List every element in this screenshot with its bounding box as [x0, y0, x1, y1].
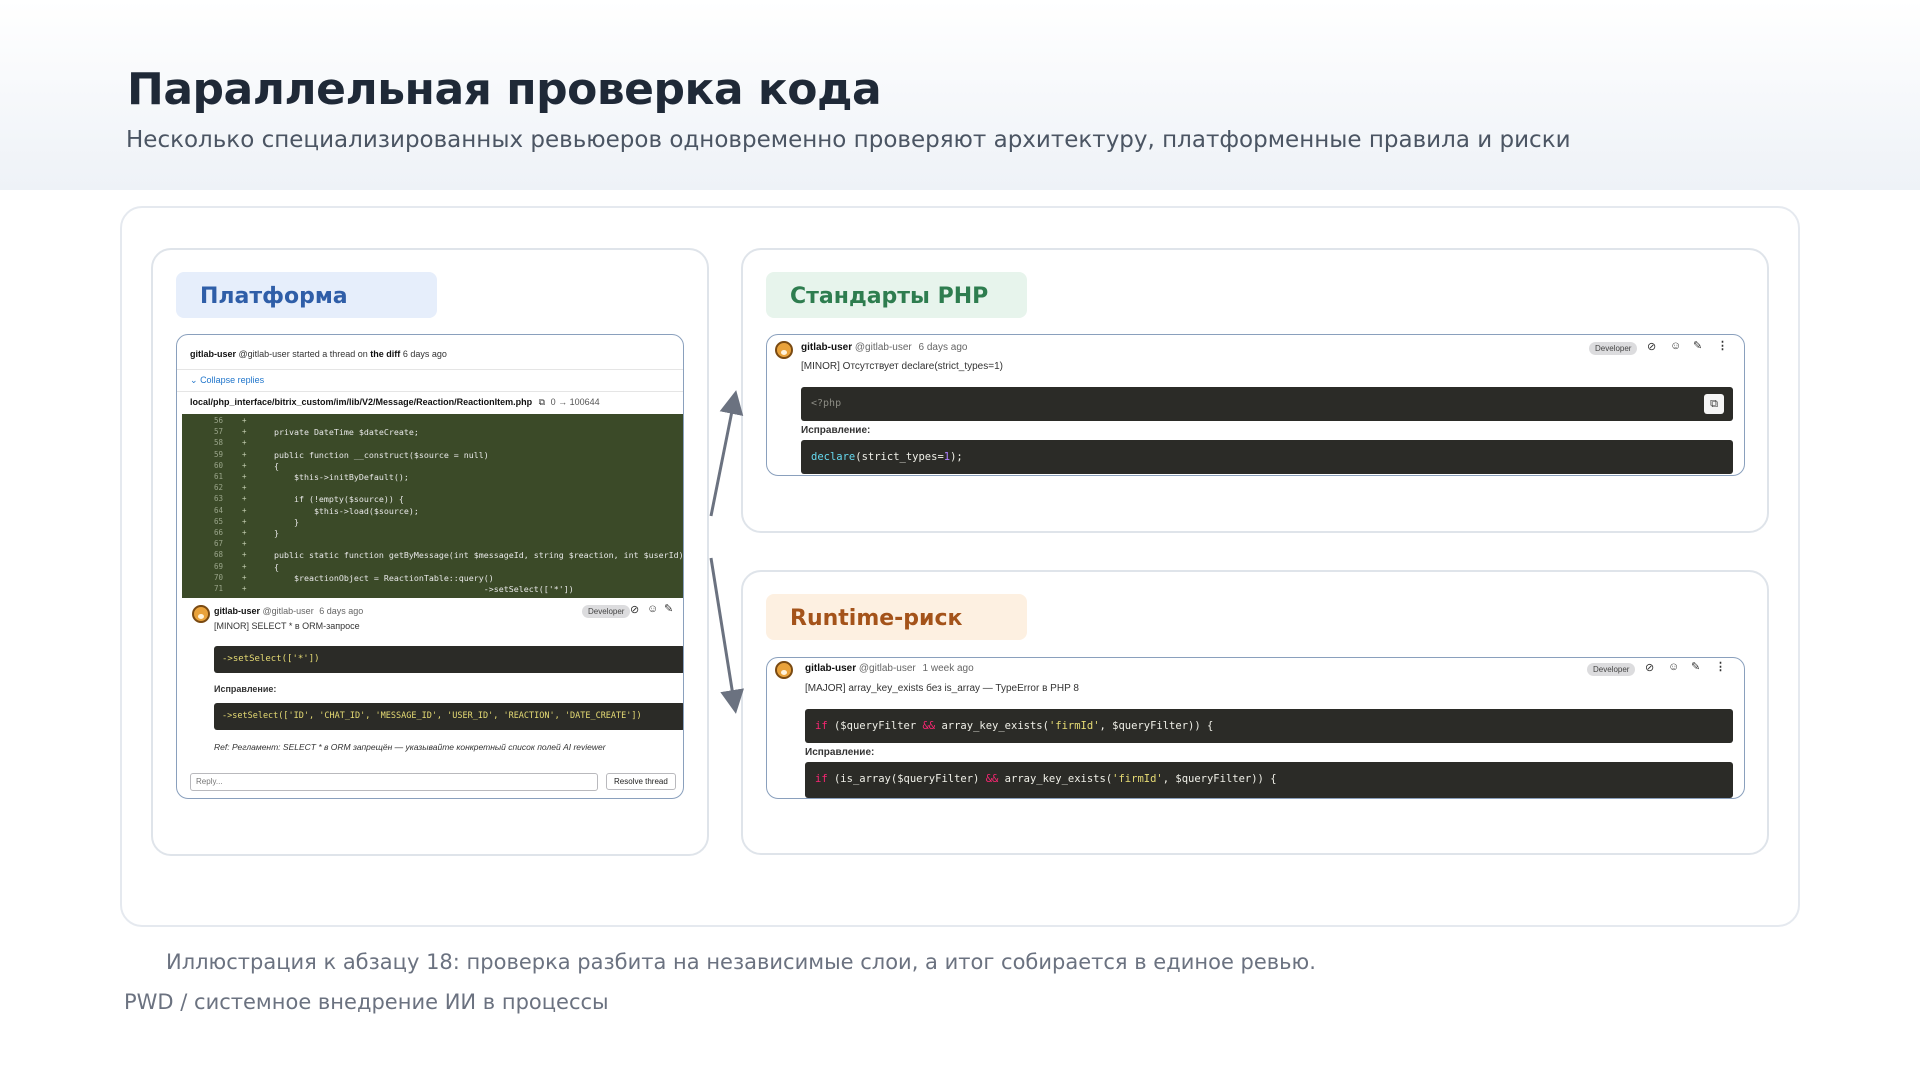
emoji-icon[interactable]: ☺ — [1670, 340, 1681, 352]
diff-code-line: { — [254, 460, 279, 471]
role-badge: Developer — [1587, 663, 1636, 676]
chevron-down-icon: ⌄ — [190, 375, 198, 385]
diff-code-line: { — [254, 561, 279, 572]
fix-code: ->setSelect(['ID', 'CHAT_ID', 'MESSAGE_I… — [214, 703, 683, 730]
resolve-check-icon[interactable]: ⊘ — [1647, 340, 1656, 353]
file-path[interactable]: local/php_interface/bitrix_custom/im/lib… — [190, 397, 600, 408]
role-badge: Developer — [1589, 342, 1638, 355]
comment-code: if ($queryFilter && array_key_exists('fi… — [805, 709, 1733, 743]
diff-code-line: public static function getByMessage(int … — [254, 550, 684, 561]
more-options-icon[interactable]: ⋮ — [1715, 660, 1726, 673]
diff-line-number: 68 — [214, 550, 224, 560]
fix-label: Исправление: — [801, 425, 871, 436]
diff-code-line: private DateTime $dateCreate; — [254, 427, 419, 438]
edit-pencil-icon[interactable]: ✎ — [664, 602, 673, 615]
avatar — [775, 661, 793, 679]
avatar — [192, 605, 210, 623]
diff-code-line: $this->load($source); — [254, 505, 419, 516]
ref-note: Ref: Регламент: SELECT * в ORM запрещён … — [214, 742, 606, 752]
copy-icon[interactable]: ⧉ — [539, 397, 545, 407]
diff-code-line: } — [254, 516, 299, 527]
diff-line-number: 64 — [214, 505, 224, 515]
more-options-icon[interactable]: ⋮ — [1717, 339, 1728, 352]
fix-code: declare(strict_types=1); — [801, 440, 1733, 474]
avatar — [775, 341, 793, 359]
fix-code: if (is_array($queryFilter) && array_key_… — [805, 762, 1733, 798]
edit-pencil-icon[interactable]: ✎ — [1693, 339, 1702, 352]
resolve-check-icon[interactable]: ⊘ — [1645, 661, 1654, 674]
diff-added-marker: + — [242, 494, 247, 504]
diff-line-number: 60 — [214, 460, 224, 470]
edit-pencil-icon[interactable]: ✎ — [1691, 660, 1700, 673]
diff-code-block: 56 +57 + private DateTime $dateCreate; 58 +5… — [182, 414, 684, 598]
comment-code: ->setSelect(['*']) — [214, 646, 683, 673]
diff-added-marker: + — [242, 572, 247, 582]
fix-label: Исправление: — [805, 747, 875, 758]
runtime-risk-comment-screenshot: gitlab-user @gitlab-user 1 week ago Deve… — [766, 657, 1745, 799]
reply-input[interactable]: Reply... — [190, 773, 598, 791]
diff-added-marker: + — [242, 472, 247, 481]
emoji-icon[interactable]: ☺ — [1668, 661, 1679, 673]
diff-added-marker: + — [242, 516, 247, 526]
comment-title: [MINOR] SELECT * в ORM-запросе — [214, 621, 360, 631]
diff-line-number: 62 — [214, 483, 224, 493]
diff-added-marker: + — [242, 449, 247, 459]
diff-added-marker: + — [242, 561, 247, 571]
diff-added-marker: + — [242, 427, 247, 437]
comment-title: [MINOR] Отсутствует declare(strict_types… — [801, 361, 1003, 372]
thread-header: gitlab-user @gitlab-user started a threa… — [190, 349, 447, 359]
resolve-thread-button[interactable]: Resolve thread — [606, 773, 676, 790]
diff-code-line: ->setSelect(['*']) — [254, 584, 574, 594]
arrow-to-php — [709, 390, 744, 517]
diff-line-number: 67 — [214, 539, 224, 549]
platform-thread-screenshot: gitlab-user @gitlab-user started a threa… — [176, 334, 684, 799]
diff-line-number: 69 — [214, 561, 224, 571]
diff-added-marker: + — [242, 505, 247, 515]
diff-added-marker: + — [242, 460, 247, 470]
php-standards-comment-screenshot: gitlab-user @gitlab-user 6 days ago Deve… — [766, 334, 1745, 476]
diff-code-line: } — [254, 528, 279, 538]
footer-note: PWD / системное внедрение ИИ в процессы — [124, 990, 609, 1014]
diff-added-marker: + — [242, 584, 247, 593]
diff-line-number: 70 — [214, 572, 224, 582]
diff-line-number: 58 — [214, 438, 224, 448]
diff-line-number: 66 — [214, 528, 224, 537]
diff-line-number: 63 — [214, 494, 224, 504]
diff-line-number: 65 — [214, 516, 224, 526]
diff-line-number: 56 — [214, 416, 224, 425]
diff-code-line: if (!empty($source)) { — [254, 494, 404, 505]
comment-author: gitlab-user @gitlab-user 6 days ago — [801, 342, 968, 353]
diff-added-marker: + — [242, 416, 247, 425]
role-badge: Developer — [582, 605, 631, 618]
diff-code-line: $reactionObject = ReactionTable::query() — [254, 572, 494, 583]
resolve-check-icon[interactable]: ⊘ — [630, 603, 639, 616]
collapse-replies-link[interactable]: ⌄ Collapse replies — [190, 375, 264, 386]
comment-author: gitlab-user @gitlab-user 1 week ago — [805, 663, 974, 674]
diff-line-number: 57 — [214, 427, 224, 437]
comment-author: gitlab-user @gitlab-user 6 days ago — [214, 606, 364, 616]
figure-caption: Иллюстрация к абзацу 18: проверка разбит… — [166, 950, 1316, 974]
diff-added-marker: + — [242, 550, 247, 560]
diff-line-number: 61 — [214, 472, 224, 481]
diff-added-marker: + — [242, 483, 247, 493]
diff-line-number: 71 — [214, 584, 224, 593]
diff-line-number: 59 — [214, 449, 224, 459]
fix-label: Исправление: — [214, 684, 277, 694]
diff-code-line: public function __construct($source = nu… — [254, 449, 489, 460]
comment-code: <?php — [801, 387, 1733, 421]
comment-title: [MAJOR] array_key_exists без is_array — … — [805, 683, 1079, 694]
diff-added-marker: + — [242, 438, 247, 448]
diff-code-line: $this->initByDefault(); — [254, 472, 409, 482]
diff-added-marker: + — [242, 539, 247, 549]
diff-added-marker: + — [242, 528, 247, 537]
emoji-icon[interactable]: ☺ — [647, 603, 658, 615]
copy-icon[interactable]: ⧉ — [1704, 394, 1724, 414]
arrow-to-runtime — [709, 557, 745, 714]
